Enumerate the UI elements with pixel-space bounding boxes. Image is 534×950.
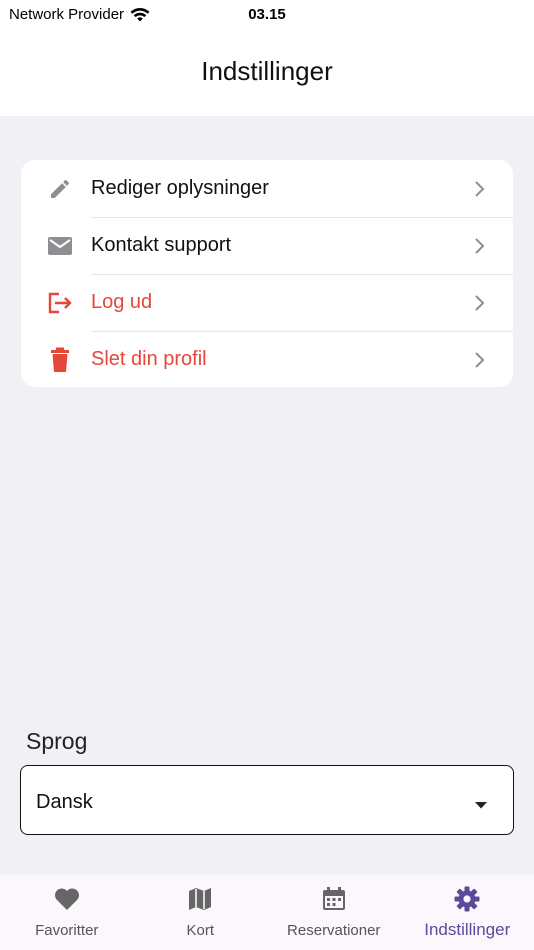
logout-item[interactable]: Log ud: [21, 274, 513, 331]
edit-info-item[interactable]: Rediger oplysninger: [21, 160, 513, 217]
trash-icon: [47, 347, 73, 373]
contact-support-label: Kontakt support: [91, 234, 232, 256]
language-select[interactable]: Dansk: [20, 765, 514, 835]
tab-reservationer[interactable]: Reservationer: [267, 875, 401, 950]
tab-label: Indstillinger: [424, 920, 511, 939]
tab-indstillinger[interactable]: Indstillinger: [401, 875, 534, 950]
tab-bar: Favoritter Kort Reservationer Indstillin…: [0, 875, 534, 950]
language-label: Sprog: [26, 728, 88, 754]
tab-favoritter[interactable]: Favoritter: [0, 875, 134, 950]
page-header: Indstillinger: [0, 30, 534, 116]
chevron-right-icon: [473, 237, 485, 255]
calendar-icon: [320, 885, 348, 913]
heart-icon: [53, 885, 81, 913]
pencil-icon: [47, 176, 73, 202]
status-time: 03.15: [248, 6, 286, 23]
dropdown-arrow-icon: [473, 797, 489, 809]
page-title: Indstillinger: [201, 56, 333, 86]
tab-kort[interactable]: Kort: [134, 875, 268, 950]
tab-label: Kort: [186, 922, 214, 939]
contact-support-item[interactable]: Kontakt support: [21, 217, 513, 274]
tab-label: Favoritter: [35, 922, 99, 939]
logout-label: Log ud: [91, 291, 153, 313]
chevron-right-icon: [473, 294, 485, 312]
settings-menu: Rediger oplysninger Kontakt support Log …: [21, 160, 513, 387]
edit-info-label: Rediger oplysninger: [91, 177, 269, 199]
delete-profile-item[interactable]: Slet din profil: [21, 331, 513, 387]
chevron-right-icon: [473, 351, 485, 369]
chevron-right-icon: [473, 180, 485, 198]
tab-label: Reservationer: [287, 922, 381, 939]
status-bar: Network Provider 03.15: [0, 0, 534, 30]
logout-icon: [47, 290, 73, 316]
gear-icon: [453, 885, 481, 913]
envelope-icon: [47, 233, 73, 259]
map-icon: [186, 885, 214, 913]
delete-profile-label: Slet din profil: [91, 348, 207, 370]
language-selected-value: Dansk: [36, 791, 93, 813]
